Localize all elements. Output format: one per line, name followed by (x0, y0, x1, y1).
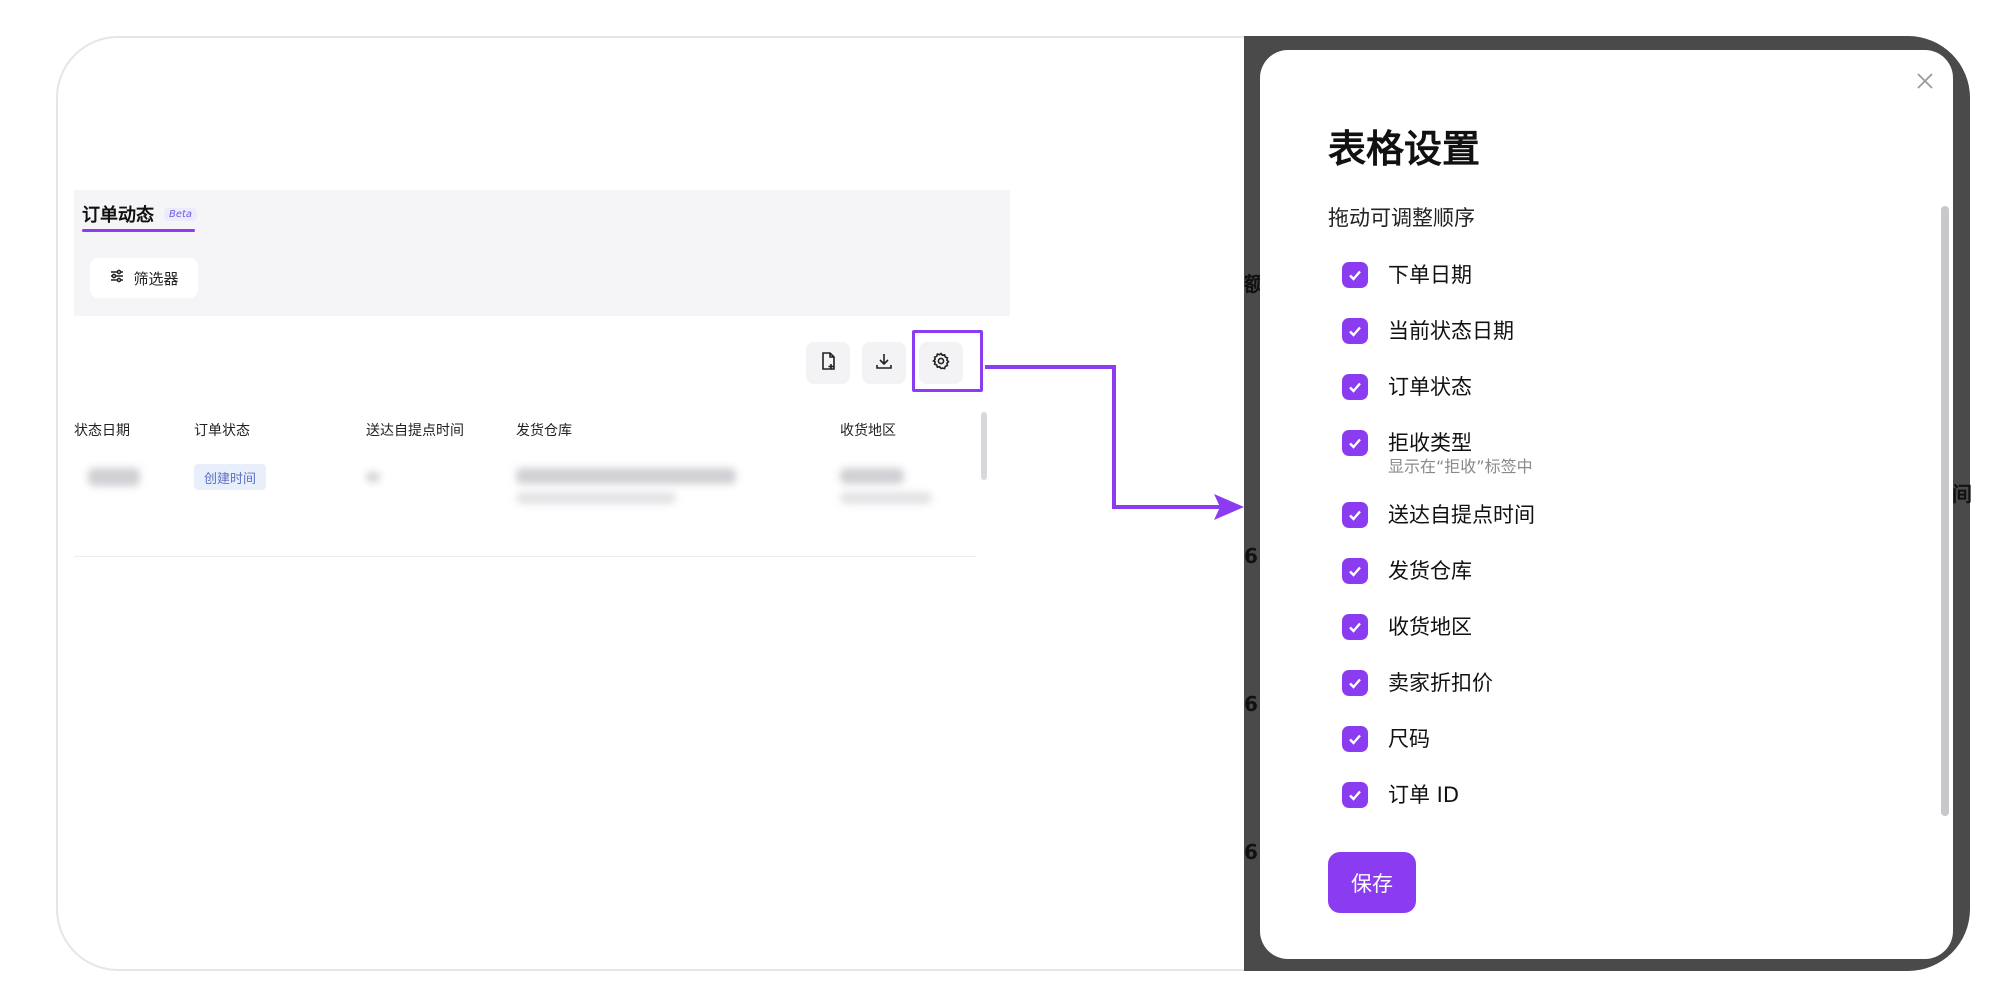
checkbox[interactable] (1342, 614, 1368, 640)
modal-scrollbar[interactable] (1941, 206, 1949, 816)
check-icon (1349, 438, 1361, 449)
edge-fragment: 6 (1244, 692, 1258, 716)
column-option[interactable]: 送达自提点时间 (1342, 502, 1535, 528)
edge-fragment: 6 (1244, 840, 1258, 864)
check-icon (1349, 326, 1361, 337)
check-icon (1349, 510, 1361, 521)
column-option[interactable]: 订单 ID (1342, 782, 1459, 808)
option-label: 卖家折扣价 (1388, 671, 1493, 695)
column-option[interactable]: 收货地区 (1342, 614, 1472, 640)
option-hint: 显示在“拒收”标签中 (1388, 457, 1533, 476)
option-label: 发货仓库 (1388, 559, 1472, 583)
modal-subtitle: 拖动可调整顺序 (1328, 206, 1475, 230)
check-icon (1349, 790, 1361, 801)
column-option[interactable]: 当前状态日期 (1342, 318, 1514, 344)
checkbox[interactable] (1342, 558, 1368, 584)
edge-fragment: 6 (1244, 544, 1258, 568)
check-icon (1349, 270, 1361, 281)
close-icon (1915, 71, 1935, 95)
check-icon (1349, 734, 1361, 745)
checkbox[interactable] (1342, 782, 1368, 808)
column-option[interactable]: 订单状态 (1342, 374, 1472, 400)
option-label: 订单 ID (1388, 783, 1460, 807)
option-label: 尺码 (1388, 727, 1430, 751)
option-label: 下单日期 (1388, 263, 1472, 287)
check-icon (1349, 678, 1361, 689)
checkbox[interactable] (1342, 726, 1368, 752)
checkbox[interactable] (1342, 318, 1368, 344)
edge-fragment: 间 (1952, 482, 1972, 506)
option-label: 订单状态 (1388, 375, 1472, 399)
column-option[interactable]: 下单日期 (1342, 262, 1472, 288)
column-option[interactable]: 尺码 (1342, 726, 1430, 752)
check-icon (1349, 566, 1361, 577)
checkbox[interactable] (1342, 430, 1368, 456)
modal-title: 表格设置 (1328, 127, 1481, 171)
check-icon (1349, 622, 1361, 633)
option-label: 送达自提点时间 (1388, 503, 1535, 527)
checkbox[interactable] (1342, 670, 1368, 696)
checkbox[interactable] (1342, 502, 1368, 528)
option-label: 收货地区 (1388, 615, 1472, 639)
column-option[interactable]: 发货仓库 (1342, 558, 1472, 584)
option-label: 当前状态日期 (1388, 319, 1514, 343)
save-button[interactable]: 保存 (1328, 852, 1416, 913)
checkbox[interactable] (1342, 374, 1368, 400)
close-button[interactable] (1910, 68, 1940, 98)
column-option[interactable]: 拒收类型 显示在“拒收”标签中 (1342, 430, 1533, 478)
option-label: 拒收类型 (1388, 431, 1472, 455)
check-icon (1349, 382, 1361, 393)
checkbox[interactable] (1342, 262, 1368, 288)
column-option[interactable]: 卖家折扣价 (1342, 670, 1493, 696)
